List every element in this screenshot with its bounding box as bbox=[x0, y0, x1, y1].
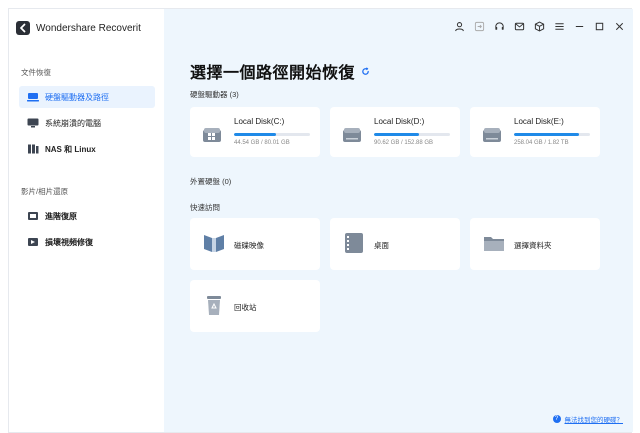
disk-name: Local Disk(D:) bbox=[374, 117, 425, 126]
hard-drives-label-text: 硬盤驅動器 bbox=[190, 90, 228, 99]
recoverit-logo-icon bbox=[16, 21, 30, 35]
sidebar-item-label: NAS 和 Linux bbox=[45, 144, 96, 154]
disk-card-c[interactable]: Local Disk(C:) 44.54 GB / 80.01 GB bbox=[190, 107, 320, 157]
sidebar-item-nas-linux[interactable]: NAS 和 Linux bbox=[19, 138, 155, 160]
maximize-icon[interactable] bbox=[594, 21, 605, 32]
disk-card-e[interactable]: Local Disk(E:) 258.04 GB / 1.82 TB bbox=[470, 107, 600, 157]
quick-label: 桌面 bbox=[374, 241, 389, 250]
help-link-text: 無法找到您的硬碟？ bbox=[564, 417, 624, 424]
quick-recycle-bin[interactable]: 回收站 bbox=[190, 280, 320, 332]
app-brand: Wondershare Recoverit bbox=[16, 21, 141, 35]
hard-drives-label: 硬盤驅動器 (3) bbox=[190, 89, 239, 100]
quick-access-label: 快速訪問 bbox=[190, 203, 220, 212]
menu-icon[interactable] bbox=[554, 21, 565, 32]
user-icon[interactable] bbox=[454, 21, 465, 32]
windows-disk-icon bbox=[202, 122, 222, 144]
disk-usage-fill bbox=[234, 133, 277, 136]
disk-icon bbox=[482, 122, 502, 144]
disk-name: Local Disk(E:) bbox=[514, 117, 564, 126]
disk-usage-bar bbox=[514, 133, 590, 136]
quick-label: 回收站 bbox=[234, 303, 257, 312]
disk-image-icon bbox=[202, 231, 226, 255]
disk-size: 44.54 GB / 80.01 GB bbox=[234, 140, 290, 146]
disk-size: 258.04 GB / 1.82 TB bbox=[514, 140, 569, 146]
app-window: Wondershare Recoverit 文件恢復 硬盤驅動器及路徑 系統崩潰… bbox=[8, 8, 633, 433]
package-icon[interactable] bbox=[534, 21, 545, 32]
sidebar-item-label: 損壞視頻修復 bbox=[45, 237, 93, 247]
sidebar-item-label: 進階復原 bbox=[45, 211, 77, 221]
section-file-recovery: 文件恢復 bbox=[21, 68, 51, 77]
quick-desktop[interactable]: 桌面 bbox=[330, 218, 460, 270]
sidebar-item-label: 系統崩潰的電腦 bbox=[45, 118, 101, 128]
video-repair-icon bbox=[27, 237, 39, 247]
disk-card-d[interactable]: Local Disk(D:) 90.62 GB / 152.88 GB bbox=[330, 107, 460, 157]
advanced-recovery-icon bbox=[27, 211, 39, 221]
sidebar-item-advanced-recovery[interactable]: 進階復原 bbox=[19, 205, 155, 227]
disk-usage-fill bbox=[374, 133, 420, 136]
disk-usage-fill bbox=[514, 133, 580, 136]
title-bar-controls bbox=[454, 21, 625, 32]
sidebar-item-label: 硬盤驅動器及路徑 bbox=[45, 92, 109, 102]
sidebar: Wondershare Recoverit 文件恢復 硬盤驅動器及路徑 系統崩潰… bbox=[9, 9, 164, 432]
mail-icon[interactable] bbox=[514, 21, 525, 32]
sidebar-item-hard-drives[interactable]: 硬盤驅動器及路徑 bbox=[19, 86, 155, 108]
help-link[interactable]: ? 無法找到您的硬碟？ bbox=[552, 414, 624, 424]
headset-icon[interactable] bbox=[494, 21, 505, 32]
main-panel: 選擇一個路徑開始恢復 硬盤驅動器 (3) Local Disk(C:) 44.5… bbox=[164, 9, 633, 432]
disk-usage-bar bbox=[374, 133, 450, 136]
question-icon: ? bbox=[552, 415, 561, 423]
disk-size: 90.62 GB / 152.88 GB bbox=[374, 140, 434, 146]
hard-drive-icon bbox=[27, 92, 39, 102]
close-icon[interactable] bbox=[614, 21, 625, 32]
sidebar-item-video-repair[interactable]: 損壞視頻修復 bbox=[19, 231, 155, 253]
hard-drives-count: (3) bbox=[229, 90, 239, 99]
quick-label: 選擇資料夾 bbox=[514, 241, 552, 250]
page-title: 選擇一個路徑開始恢復 bbox=[190, 59, 370, 83]
recycle-bin-icon bbox=[202, 293, 226, 317]
quick-label: 磁碟映像 bbox=[234, 241, 264, 250]
section-video-photo-recovery: 影片/相片還原 bbox=[21, 187, 69, 196]
external-drives-label: 外置硬盤 (0) bbox=[190, 177, 232, 186]
app-title: Wondershare Recoverit bbox=[36, 22, 141, 34]
refresh-icon[interactable] bbox=[361, 66, 370, 76]
disk-usage-bar bbox=[234, 133, 310, 136]
quick-select-folder[interactable]: 選擇資料夾 bbox=[470, 218, 600, 270]
monitor-icon bbox=[27, 118, 39, 128]
nas-icon bbox=[27, 144, 39, 154]
minimize-icon[interactable] bbox=[574, 21, 585, 32]
sidebar-item-crashed-computer[interactable]: 系統崩潰的電腦 bbox=[19, 112, 155, 134]
disk-icon bbox=[342, 122, 362, 144]
disk-name: Local Disk(C:) bbox=[234, 117, 285, 126]
folder-icon bbox=[482, 231, 506, 255]
page-title-text: 選擇一個路徑開始恢復 bbox=[190, 65, 356, 82]
sign-in-icon[interactable] bbox=[474, 21, 485, 32]
quick-disk-image[interactable]: 磁碟映像 bbox=[190, 218, 320, 270]
desktop-icon bbox=[342, 231, 366, 255]
